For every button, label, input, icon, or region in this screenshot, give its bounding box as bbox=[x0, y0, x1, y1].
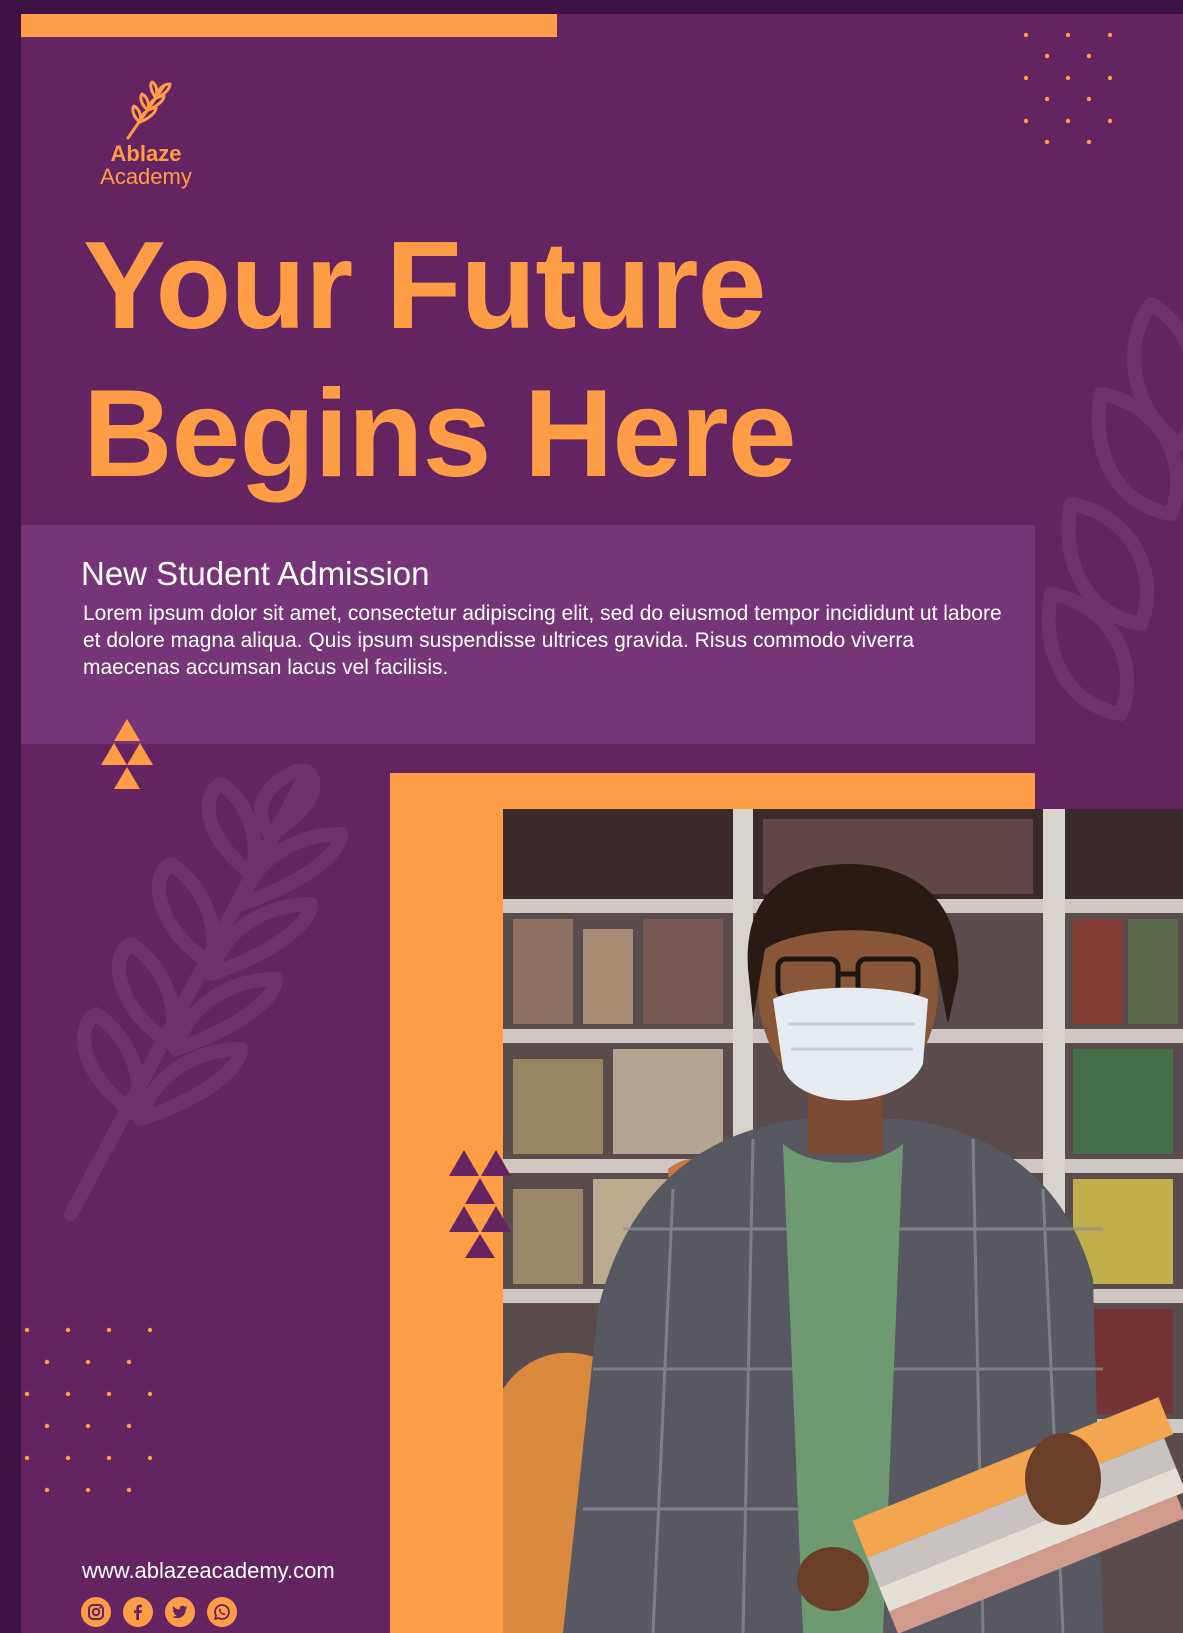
brand-name: Ablaze bbox=[110, 141, 182, 166]
facebook-icon[interactable] bbox=[123, 1597, 153, 1627]
twitter-icon[interactable] bbox=[165, 1597, 195, 1627]
wheat-icon bbox=[126, 80, 172, 140]
triangle-cluster-frame bbox=[449, 1150, 511, 1258]
admission-poster: Ablaze Academy Your Future Begins Here N… bbox=[21, 14, 1183, 1633]
admission-panel: New Student Admission Lorem ipsum dolor … bbox=[21, 525, 1035, 744]
admission-description: Lorem ipsum dolor sit amet, consectetur … bbox=[83, 602, 1002, 679]
headline-line-2: Begins Here bbox=[83, 365, 797, 503]
top-accent-bar bbox=[21, 14, 557, 37]
dot-pattern-top-right bbox=[1016, 29, 1136, 149]
wheat-watermark-right bbox=[1011, 264, 1183, 729]
student-photo bbox=[503, 809, 1183, 1633]
website-link[interactable]: www.ablazeacademy.com bbox=[82, 1558, 335, 1584]
dot-pattern-bottom-left bbox=[21, 1326, 161, 1511]
brand-subtitle: Academy bbox=[100, 164, 192, 190]
page-title: Your Future Begins Here bbox=[83, 212, 797, 508]
wheat-watermark-left bbox=[51, 762, 351, 1239]
whatsapp-icon[interactable] bbox=[207, 1597, 237, 1627]
instagram-icon[interactable] bbox=[81, 1597, 111, 1627]
admission-title: New Student Admission bbox=[81, 555, 430, 592]
brand-logo: Ablaze Academy bbox=[81, 80, 211, 188]
headline-line-1: Your Future bbox=[83, 217, 766, 355]
social-links bbox=[81, 1597, 237, 1627]
